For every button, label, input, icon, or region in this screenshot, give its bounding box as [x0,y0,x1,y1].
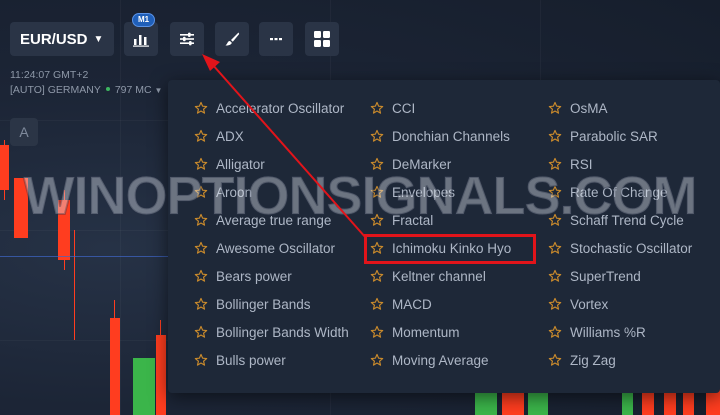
annotation-arrow-icon [202,54,367,239]
